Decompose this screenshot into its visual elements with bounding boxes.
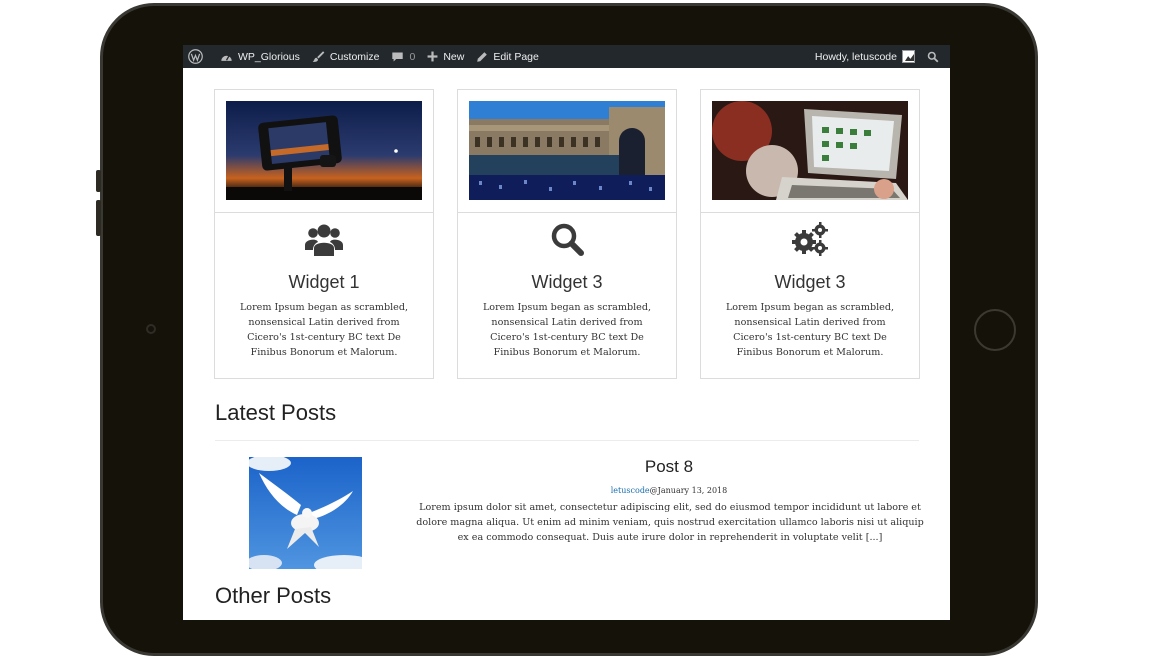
dashboard-icon	[221, 54, 232, 61]
widget-title: Widget 3	[774, 272, 846, 292]
widget-image-laptop	[712, 101, 908, 200]
plus-icon	[427, 51, 438, 62]
brush-icon	[312, 51, 325, 62]
edit-page-label: Edit Page	[493, 50, 539, 63]
post-title-link[interactable]: Post 8	[413, 457, 925, 477]
account-menu[interactable]: Howdy, letuscode	[809, 45, 921, 68]
wordpress-icon	[188, 49, 203, 64]
admin-bar: WP_Glorious Customize 0 New Edit Page Ho…	[183, 45, 950, 68]
wp-logo-button[interactable]	[183, 45, 214, 68]
widget-text: Lorem Ipsum began as scrambled, nonsensi…	[239, 302, 409, 358]
comment-icon	[392, 51, 404, 62]
users-icon	[215, 222, 433, 261]
widget-text: Lorem Ipsum began as scrambled, nonsensi…	[482, 302, 652, 358]
tablet-side-button	[96, 170, 101, 192]
screen: WP_Glorious Customize 0 New Edit Page Ho…	[183, 45, 950, 620]
latest-posts-heading: Latest Posts	[215, 400, 337, 425]
widget-image-phone-sunset	[226, 101, 422, 200]
widget-area: Widget 1 Lorem Ipsum began as scrambled,…	[214, 89, 920, 379]
post-date: @January 13, 2018	[649, 486, 728, 495]
avatar	[902, 50, 915, 63]
comments-count: 0	[409, 50, 416, 63]
post-author-link[interactable]: letuscode	[611, 486, 650, 495]
customize-link[interactable]: Customize	[306, 45, 386, 68]
tablet-side-button	[96, 200, 101, 236]
post-excerpt: Lorem ipsum dolor sit amet, consectetur …	[416, 502, 924, 543]
widget-card: Widget 3 Lorem Ipsum began as scrambled,…	[700, 89, 920, 379]
post-meta: letuscode@January 13, 2018	[413, 486, 925, 495]
widget-card: Widget 1 Lorem Ipsum began as scrambled,…	[214, 89, 434, 379]
comments-link[interactable]: 0	[385, 45, 421, 68]
divider	[215, 440, 919, 441]
widget-image-frame	[701, 90, 919, 213]
search-icon	[458, 222, 676, 261]
widget-text: Lorem Ipsum began as scrambled, nonsensi…	[725, 302, 895, 358]
pencil-icon	[477, 51, 488, 62]
new-label: New	[443, 50, 465, 63]
widget-title: Widget 3	[531, 272, 603, 292]
site-name-link[interactable]: WP_Glorious	[214, 45, 306, 68]
admin-search-button[interactable]	[921, 45, 950, 68]
home-button[interactable]	[974, 309, 1016, 351]
search-icon	[927, 51, 939, 62]
customize-label: Customize	[329, 50, 380, 63]
post-thumbnail[interactable]	[249, 457, 362, 569]
widget-image-plaza	[469, 101, 665, 200]
camera-icon	[146, 324, 156, 334]
widget-title: Widget 1	[288, 272, 360, 292]
widget-image-frame	[458, 90, 676, 213]
site-name: WP_Glorious	[238, 50, 300, 63]
new-content-link[interactable]: New	[421, 45, 470, 68]
widget-image-frame	[215, 90, 433, 213]
howdy-label: Howdy, letuscode	[814, 50, 897, 63]
edit-page-link[interactable]: Edit Page	[470, 45, 545, 68]
gears-icon	[701, 222, 919, 261]
other-posts-heading: Other Posts	[215, 583, 332, 608]
widget-card: Widget 3 Lorem Ipsum began as scrambled,…	[457, 89, 677, 379]
